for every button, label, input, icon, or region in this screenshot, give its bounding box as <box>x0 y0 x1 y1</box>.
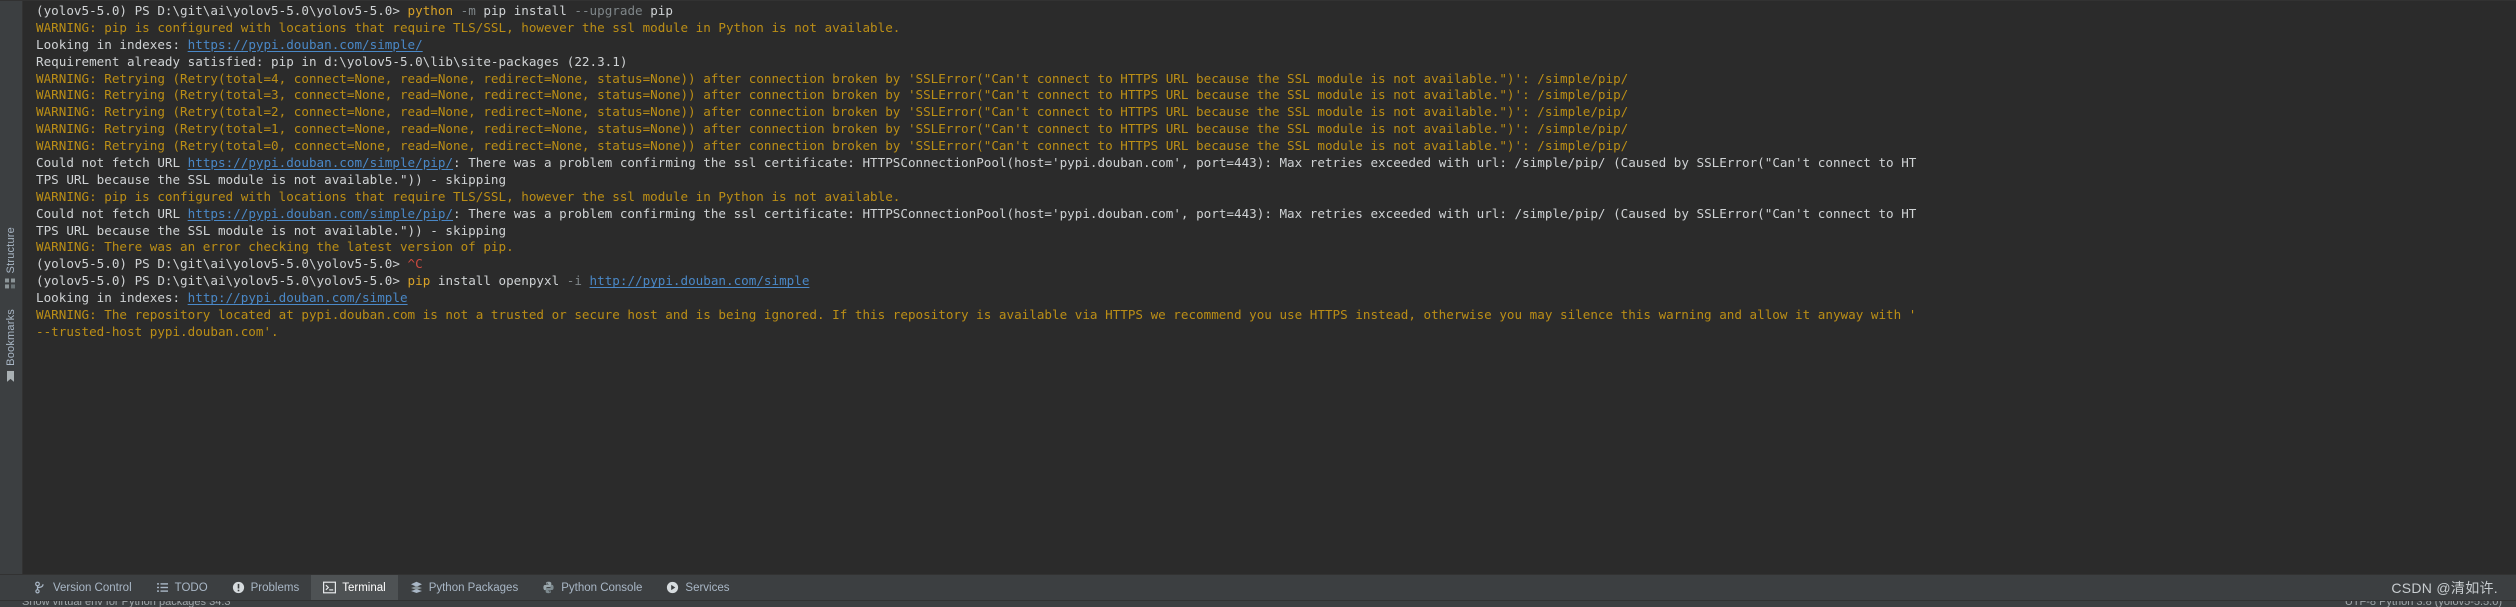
structure-icon <box>5 278 17 289</box>
terminal-text-segment: WARNING: There was an error checking the… <box>36 239 514 255</box>
terminal-line-cmd-interrupt: (yolov5-5.0) PS D:\git\ai\yolov5-5.0\yol… <box>36 256 2516 273</box>
terminal-text-segment: TPS URL because the SSL module is not av… <box>36 222 507 238</box>
tab-python-console[interactable]: Python Console <box>530 575 654 600</box>
main-body: Structure Bookmarks (yolov5-5.0) PS D:\g… <box>0 1 2516 574</box>
warning-circle-icon <box>232 581 245 594</box>
terminal-line-could-not-fetch-2a: Could not fetch URL https://pypi.douban.… <box>36 206 2516 223</box>
terminal-line-could-not-fetch-2b: TPS URL because the SSL module is not av… <box>36 223 2516 240</box>
terminal-link[interactable]: https://pypi.douban.com/simple/pip/ <box>188 206 453 221</box>
tab-label: Terminal <box>342 581 386 594</box>
terminal-line-cmd-install-openpyxl: (yolov5-5.0) PS D:\git\ai\yolov5-5.0\yol… <box>36 273 2516 290</box>
terminal-text-segment: Could not fetch URL <box>36 205 188 221</box>
terminal-text-segment: WARNING: pip is configured with location… <box>36 188 901 204</box>
terminal-line-could-not-fetch-1b: TPS URL because the SSL module is not av… <box>36 172 2516 189</box>
sidebar-item-structure[interactable]: Structure <box>5 223 17 293</box>
terminal-line-looking-in-indexes-2: Looking in indexes: http://pypi.douban.c… <box>36 290 2516 307</box>
terminal-line-could-not-fetch-1a: Could not fetch URL https://pypi.douban.… <box>36 155 2516 172</box>
csdn-watermark: CSDN @清如许. <box>2391 579 2498 596</box>
terminal-link[interactable]: http://pypi.douban.com/simple <box>188 290 408 305</box>
python-icon <box>542 581 555 594</box>
sidebar-item-label: Bookmarks <box>5 309 17 367</box>
sidebar-item-bookmarks[interactable]: Bookmarks <box>5 305 17 386</box>
terminal-line-cmd-upgrade-pip: (yolov5-5.0) PS D:\git\ai\yolov5-5.0\yol… <box>36 3 2516 20</box>
tab-services[interactable]: Services <box>654 575 741 600</box>
terminal-link[interactable]: https://pypi.douban.com/simple/ <box>188 37 423 52</box>
terminal-text-segment: Could not fetch URL <box>36 155 188 171</box>
tab-label: Python Packages <box>428 581 519 594</box>
terminal-line-warn-untrusted-repo: WARNING: The repository located at pypi.… <box>36 307 2516 324</box>
terminal-output-pane[interactable]: (yolov5-5.0) PS D:\git\ai\yolov5-5.0\yol… <box>23 1 2516 574</box>
status-bar: Show virtual env for Python packages 34:… <box>0 600 2516 607</box>
play-circle-icon <box>666 581 679 594</box>
terminal-text-segment: -i <box>566 273 582 289</box>
sidebar-item-label: Structure <box>5 227 17 274</box>
terminal-text-segment: pip <box>642 3 673 18</box>
terminal-line-warn-tls-ssl-1: WARNING: pip is configured with location… <box>36 20 2516 37</box>
tab-terminal[interactable]: Terminal <box>311 575 398 600</box>
status-bar-left-text: Show virtual env for Python packages 34:… <box>22 600 231 607</box>
terminal-text-segment: WARNING: Retrying (Retry(total=3, connec… <box>36 87 1629 103</box>
terminal-text-segment: -m <box>460 3 476 18</box>
terminal-icon <box>323 581 337 594</box>
list-icon <box>156 581 169 594</box>
tab-label: TODO <box>174 581 208 594</box>
tab-label: Problems <box>250 581 300 594</box>
tab-label: Python Console <box>561 581 643 594</box>
terminal-text-segment: TPS URL because the SSL module is not av… <box>36 171 507 187</box>
bookmark-icon <box>6 371 17 383</box>
terminal-text-segment: WARNING: Retrying (Retry(total=2, connec… <box>36 104 1629 120</box>
terminal-text-segment: python <box>407 3 454 18</box>
terminal-text-segment: pip <box>407 273 431 289</box>
terminal-text-segment: pip install <box>475 3 575 18</box>
terminal-line-warn-trusted-host-cont: --trusted-host pypi.douban.com'. <box>36 324 2516 341</box>
terminal-link[interactable]: https://pypi.douban.com/simple/pip/ <box>188 155 453 170</box>
tab-version-control[interactable]: Version Control <box>22 575 144 600</box>
terminal-link[interactable]: http://pypi.douban.com/simple <box>590 273 810 288</box>
ide-window: Structure Bookmarks (yolov5-5.0) PS D:\g… <box>0 0 2516 607</box>
tab-label: Services <box>685 581 730 594</box>
tab-label: Version Control <box>53 581 132 594</box>
tab-python-packages[interactable]: Python Packages <box>398 575 531 600</box>
terminal-line-warn-error-checking-version: WARNING: There was an error checking the… <box>36 239 2516 256</box>
terminal-line-looking-in-indexes-1: Looking in indexes: https://pypi.douban.… <box>36 37 2516 54</box>
tool-window-bar: Version Control TODO Problems Terminal P… <box>0 574 2516 600</box>
terminal-text-segment: WARNING: Retrying (Retry(total=1, connec… <box>36 121 1629 137</box>
branch-icon <box>34 581 47 594</box>
terminal-line-warn-retry-2: WARNING: Retrying (Retry(total=2, connec… <box>36 104 2516 121</box>
terminal-text-segment: : There was a problem confirming the ssl… <box>453 205 1917 221</box>
terminal-text-segment: WARNING: pip is configured with location… <box>36 19 901 35</box>
terminal-line-warn-retry-1: WARNING: Retrying (Retry(total=1, connec… <box>36 121 2516 138</box>
terminal-text-segment: (yolov5-5.0) PS D:\git\ai\yolov5-5.0\yol… <box>36 256 408 272</box>
terminal-text-segment: (yolov5-5.0) PS D:\git\ai\yolov5-5.0\yol… <box>36 3 408 18</box>
terminal-line-warn-retry-4: WARNING: Retrying (Retry(total=4, connec… <box>36 71 2516 88</box>
left-tool-strip: Structure Bookmarks <box>0 1 23 574</box>
terminal-text-segment: WARNING: Retrying (Retry(total=0, connec… <box>36 138 1629 154</box>
terminal-text-segment: Looking in indexes: <box>36 36 188 52</box>
terminal-line-warn-retry-3: WARNING: Retrying (Retry(total=3, connec… <box>36 87 2516 104</box>
terminal-text-segment: Looking in indexes: <box>36 290 188 306</box>
terminal-text-segment: WARNING: The repository located at pypi.… <box>36 307 1917 323</box>
terminal-line-warn-retry-0: WARNING: Retrying (Retry(total=0, connec… <box>36 138 2516 155</box>
terminal-text-segment: WARNING: Retrying (Retry(total=4, connec… <box>36 70 1629 86</box>
terminal-text-segment: : There was a problem confirming the ssl… <box>453 155 1917 171</box>
terminal-text-segment: Requirement already satisfied: pip in d:… <box>36 53 628 69</box>
terminal-text-segment: install openpyxl <box>430 273 567 289</box>
terminal-line-requirement-satisfied: Requirement already satisfied: pip in d:… <box>36 54 2516 71</box>
packages-icon <box>410 581 423 594</box>
terminal-text-segment: --upgrade <box>574 3 643 18</box>
terminal-text-segment: ^C <box>407 256 423 272</box>
terminal-line-warn-tls-ssl-2: WARNING: pip is configured with location… <box>36 189 2516 206</box>
terminal-text-segment: (yolov5-5.0) PS D:\git\ai\yolov5-5.0\yol… <box>36 273 408 289</box>
tab-problems[interactable]: Problems <box>220 575 312 600</box>
terminal-text-segment: --trusted-host pypi.douban.com'. <box>36 323 279 339</box>
status-bar-right-text: UTF-8 Python 3.8 (yolov5-5.5.0) <box>2344 600 2502 607</box>
tab-todo[interactable]: TODO <box>144 575 220 600</box>
terminal-text: (yolov5-5.0) PS D:\git\ai\yolov5-5.0\yol… <box>36 3 2516 341</box>
